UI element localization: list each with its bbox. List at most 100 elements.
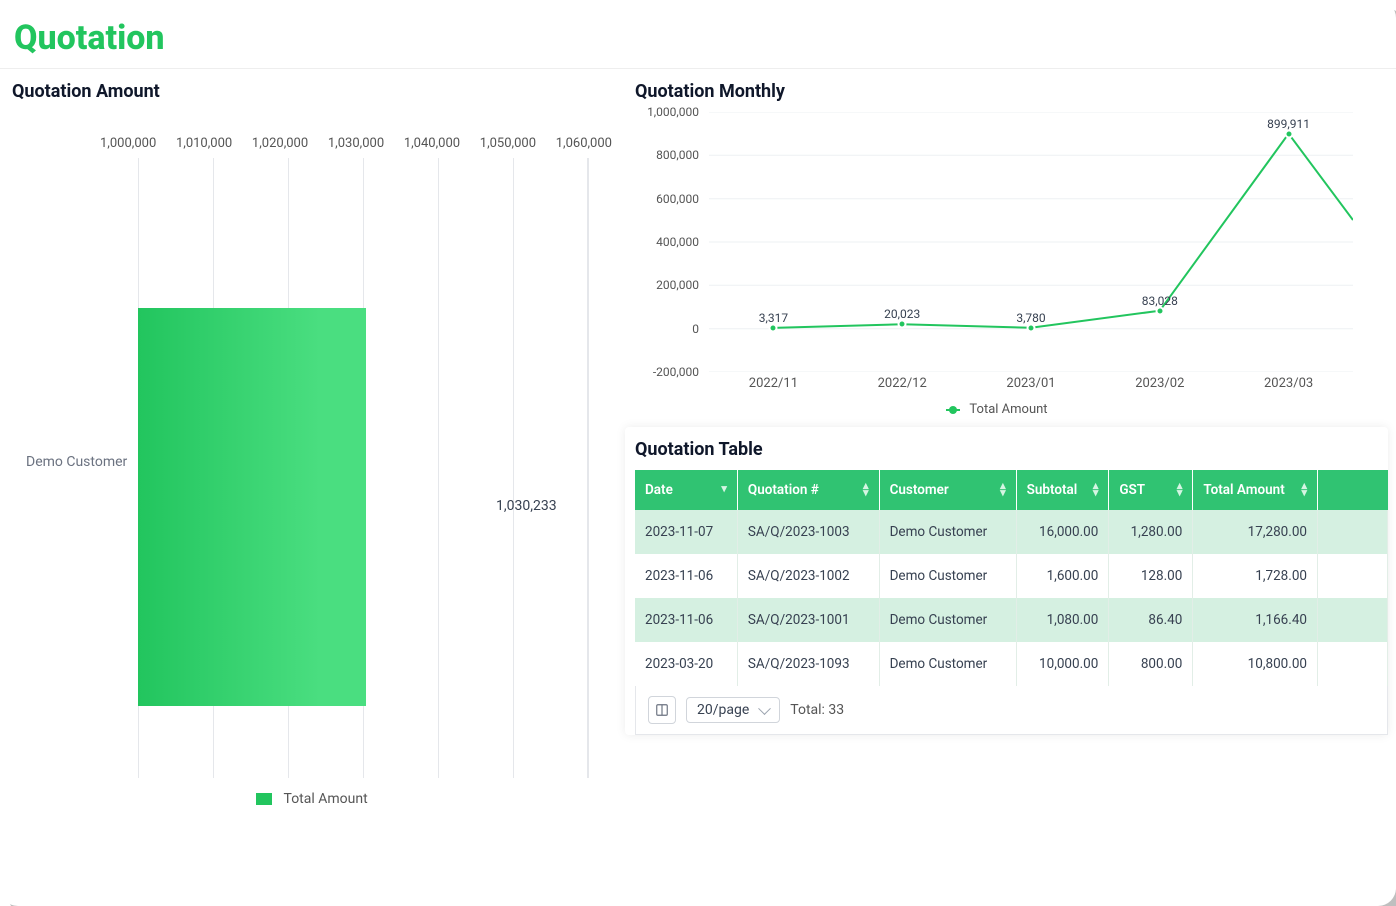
cell-customer: Demo Customer (879, 642, 1016, 686)
cell-subtotal: 1,080.00 (1016, 598, 1109, 642)
line-data-label: 899,911 (1267, 117, 1310, 131)
cell-qno: SA/Q/2023-1093 (737, 642, 879, 686)
x-tick-label: 2023/02 (1095, 376, 1224, 391)
y-tick-label: 0 (692, 322, 699, 336)
cell-customer: Demo Customer (879, 554, 1016, 598)
col-label-date: Date (645, 482, 673, 498)
line-data-label: 3,317 (759, 311, 788, 325)
panel-quotation-table: Quotation Table Date ▾ Quotation # ▴▾ (625, 427, 1388, 735)
cell-total: 10,800.00 (1193, 642, 1318, 686)
line-data-label: 20,023 (884, 307, 920, 321)
cell-gst: 86.40 (1109, 598, 1193, 642)
table-row[interactable]: 2023-11-06 SA/Q/2023-1002 Demo Customer … (635, 554, 1388, 598)
x-tick-label: 2023/01 (967, 376, 1096, 391)
cell-subtotal: 10,000.00 (1016, 642, 1109, 686)
line-data-label: 3,780 (1016, 311, 1045, 325)
x-tick-label: 2022/11 (709, 376, 838, 391)
y-tick-label: 400,000 (656, 235, 699, 249)
y-tick-label: 200,000 (656, 278, 699, 292)
col-label-customer: Customer (890, 482, 949, 498)
col-label-gst: GST (1119, 482, 1145, 498)
sort-icon[interactable]: ▴▾ (1177, 482, 1183, 496)
bar-chart-legend: Total Amount (12, 791, 612, 807)
col-header-empty (1318, 470, 1388, 510)
x-tick-label: 1,050,000 (480, 136, 536, 151)
page-title: Quotation (14, 18, 1378, 58)
sort-icon[interactable]: ▴▾ (1301, 482, 1307, 496)
line-chart-svg (709, 112, 1353, 372)
cell-total: 17,280.00 (1193, 510, 1318, 554)
sort-icon[interactable]: ▴▾ (1093, 482, 1099, 496)
bar-demo-customer[interactable] (138, 308, 366, 706)
x-tick-label: 1,010,000 (176, 136, 232, 151)
cell-empty (1318, 510, 1388, 554)
cell-qno: SA/Q/2023-1002 (737, 554, 879, 598)
col-header-total[interactable]: Total Amount ▴▾ (1193, 470, 1318, 510)
bar-chart: 1,000,000 1,010,000 1,020,000 1,030,000 … (12, 112, 612, 812)
cell-empty (1318, 554, 1388, 598)
cell-empty (1318, 598, 1388, 642)
x-tick-label: 1,030,000 (328, 136, 384, 151)
cell-gst: 128.00 (1109, 554, 1193, 598)
cell-gst: 1,280.00 (1109, 510, 1193, 554)
x-tick-label: 1,000,000 (100, 136, 156, 151)
bar-legend-label: Total Amount (284, 791, 368, 807)
x-tick-label: 2023/03 (1224, 376, 1353, 391)
cell-date: 2023-11-06 (635, 598, 737, 642)
y-tick-label: 800,000 (656, 148, 699, 162)
panel-title-table: Quotation Table (635, 439, 1388, 460)
columns-icon (655, 703, 669, 717)
bar-chart-plot: 1,030,233 (138, 158, 588, 778)
cell-date: 2023-03-20 (635, 642, 737, 686)
table-row[interactable]: 2023-11-07 SA/Q/2023-1003 Demo Customer … (635, 510, 1388, 554)
pager-columns-button[interactable] (648, 696, 676, 724)
col-label-subtotal: Subtotal (1027, 482, 1078, 498)
bar-category-label: Demo Customer (26, 454, 127, 470)
col-label-quotation-no: Quotation # (748, 482, 819, 498)
col-header-subtotal[interactable]: Subtotal ▴▾ (1016, 470, 1109, 510)
legend-swatch-icon (256, 793, 272, 805)
page-root: Quotation Quotation Amount 1,000,000 1,0… (0, 0, 1396, 906)
right-column: Quotation Monthly 1,000,000 800,000 600,… (625, 69, 1396, 900)
page-size-select[interactable]: 20/page (686, 697, 780, 723)
col-header-customer[interactable]: Customer ▴▾ (879, 470, 1016, 510)
sort-icon[interactable]: ▴▾ (1000, 482, 1006, 496)
line-chart-x-axis: 2022/11 2022/12 2023/01 2023/02 2023/03 (709, 376, 1353, 391)
line-data-label: 83,028 (1142, 294, 1178, 308)
x-tick-label: 1,020,000 (252, 136, 308, 151)
cell-subtotal: 16,000.00 (1016, 510, 1109, 554)
bar-chart-x-axis: 1,000,000 1,010,000 1,020,000 1,030,000 … (100, 136, 612, 151)
legend-line-marker-icon (946, 403, 960, 417)
panel-title-monthly: Quotation Monthly (635, 81, 1386, 102)
cell-date: 2023-11-06 (635, 554, 737, 598)
cell-customer: Demo Customer (879, 598, 1016, 642)
x-tick-label: 2022/12 (838, 376, 967, 391)
panel-title-amount: Quotation Amount (12, 81, 613, 102)
pager-total-label: Total: 33 (790, 702, 844, 718)
cell-gst: 800.00 (1109, 642, 1193, 686)
cell-empty (1318, 642, 1388, 686)
cell-qno: SA/Q/2023-1001 (737, 598, 879, 642)
y-tick-label: -200,000 (653, 365, 699, 379)
col-label-total: Total Amount (1203, 482, 1284, 498)
col-header-quotation-no[interactable]: Quotation # ▴▾ (737, 470, 879, 510)
col-header-date[interactable]: Date ▾ (635, 470, 737, 510)
line-chart: 1,000,000 800,000 600,000 400,000 200,00… (637, 112, 1357, 412)
content-area: Quotation Amount 1,000,000 1,010,000 1,0… (0, 69, 1396, 900)
sort-icon[interactable]: ▴▾ (863, 482, 869, 496)
line-chart-plot: 3,317 20,023 3,780 83,028 899,911 (709, 112, 1353, 372)
panel-quotation-monthly: Quotation Monthly 1,000,000 800,000 600,… (625, 69, 1396, 419)
cell-qno: SA/Q/2023-1003 (737, 510, 879, 554)
cell-date: 2023-11-07 (635, 510, 737, 554)
y-tick-label: 1,000,000 (647, 105, 699, 119)
line-chart-legend: Total Amount (637, 402, 1357, 417)
table-row[interactable]: 2023-11-06 SA/Q/2023-1001 Demo Customer … (635, 598, 1388, 642)
table-row[interactable]: 2023-03-20 SA/Q/2023-1093 Demo Customer … (635, 642, 1388, 686)
col-header-gst[interactable]: GST ▴▾ (1109, 470, 1193, 510)
page-size-label: 20/page (697, 702, 749, 718)
quotation-table: Date ▾ Quotation # ▴▾ Customer ▴▾ (635, 470, 1388, 686)
x-tick-label: 1,040,000 (404, 136, 460, 151)
line-legend-label: Total Amount (969, 402, 1047, 417)
cell-total: 1,166.40 (1193, 598, 1318, 642)
filter-icon[interactable]: ▾ (721, 482, 727, 495)
